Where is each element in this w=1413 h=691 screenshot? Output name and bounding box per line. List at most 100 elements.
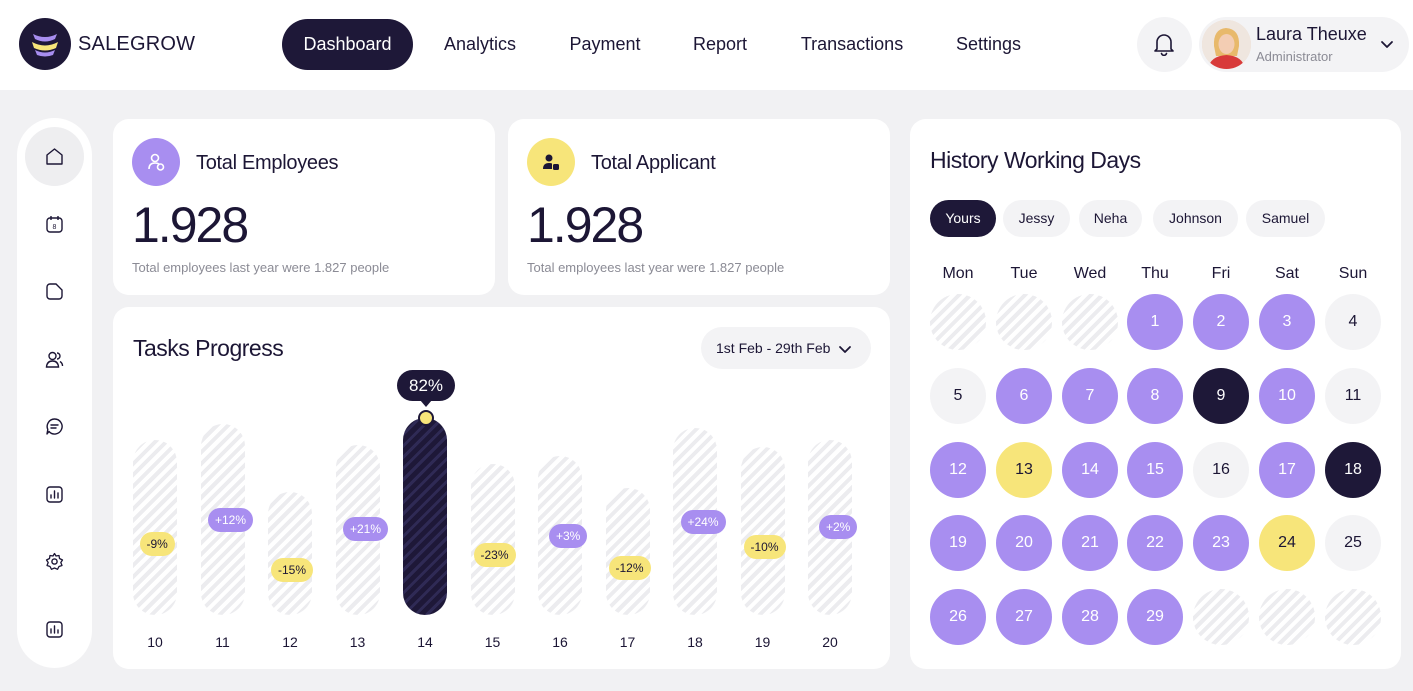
calendar-day-empty: [1193, 589, 1249, 645]
x-label-14: 14: [417, 634, 433, 650]
weekday-mon: Mon: [942, 265, 974, 282]
bell-icon: [1154, 34, 1174, 56]
change-label-10: -9%: [139, 532, 175, 556]
calendar-day-4[interactable]: 4: [1325, 294, 1381, 350]
calendar-day-29[interactable]: 29: [1127, 589, 1183, 645]
weekday-tue: Tue: [1010, 265, 1038, 282]
applicant-icon: [527, 138, 575, 186]
person-chip-johnson[interactable]: Johnson: [1153, 200, 1238, 237]
calendar-day-14[interactable]: 14: [1062, 442, 1118, 498]
calendar-day-12[interactable]: 12: [930, 442, 986, 498]
home-icon: [46, 148, 63, 165]
calendar-day-16[interactable]: 16: [1193, 442, 1249, 498]
calendar-day-23[interactable]: 23: [1193, 515, 1249, 571]
calendar-day-8[interactable]: 8: [1127, 368, 1183, 424]
calendar-day-1[interactable]: 1: [1127, 294, 1183, 350]
top-bar: SALEGROW Dashboard Analytics Payment Rep…: [0, 0, 1413, 90]
calendar-day-19[interactable]: 19: [930, 515, 986, 571]
change-label-20: +2%: [819, 515, 858, 539]
sidebar-item-analytics[interactable]: [25, 465, 84, 524]
nav-analytics[interactable]: Analytics: [430, 19, 530, 70]
nav-settings[interactable]: Settings: [944, 19, 1033, 70]
calendar-day-empty: [1325, 589, 1381, 645]
person-chip-neha[interactable]: Neha: [1079, 200, 1142, 237]
calendar-day-10[interactable]: 10: [1259, 368, 1315, 424]
total-applicant-card: Total Applicant 1.928 Total employees la…: [508, 119, 890, 295]
nav-transactions[interactable]: Transactions: [788, 19, 916, 70]
sidebar-item-settings[interactable]: [25, 532, 84, 591]
chart-icon: [46, 486, 63, 503]
nav-payment[interactable]: Payment: [558, 19, 652, 70]
notification-button[interactable]: [1137, 17, 1192, 72]
sidebar-item-reports[interactable]: [25, 600, 84, 659]
total-employees-card: Total Employees 1.928 Total employees la…: [113, 119, 495, 295]
calendar-day-18[interactable]: 18: [1325, 442, 1381, 498]
x-label-13: 13: [349, 634, 366, 650]
bar-17[interactable]: [605, 488, 650, 615]
calendar-day-21[interactable]: 21: [1062, 515, 1118, 571]
calendar-day-5[interactable]: 5: [930, 368, 986, 424]
sidebar-item-home[interactable]: [25, 127, 84, 186]
person-chip-samuel[interactable]: Samuel: [1246, 200, 1325, 237]
calendar-day-11[interactable]: 11: [1325, 368, 1381, 424]
calendar-day-13[interactable]: 13: [996, 442, 1052, 498]
sidebar-item-calendar[interactable]: 8: [25, 195, 84, 254]
applicant-value: 1.928: [527, 197, 644, 253]
tooltip-arrow: [420, 400, 432, 407]
weekday-wed: Wed: [1073, 265, 1107, 282]
date-range-value: 1st Feb - 29th Feb: [716, 340, 831, 356]
calendar-day-26[interactable]: 26: [930, 589, 986, 645]
calendar-day-empty: [1259, 589, 1315, 645]
bar-19[interactable]: [740, 447, 785, 615]
calendar-day-15[interactable]: 15: [1127, 442, 1183, 498]
calendar-day-7[interactable]: 7: [1062, 368, 1118, 424]
person-chip-yours[interactable]: Yours: [930, 200, 996, 237]
logo-icon[interactable]: [19, 18, 71, 70]
chevron-down-icon: [1381, 41, 1393, 48]
calendar-day-9[interactable]: 9: [1193, 368, 1249, 424]
bar-15[interactable]: [470, 464, 515, 615]
weekday-sun: Sun: [1338, 265, 1368, 282]
calendar-day-27[interactable]: 27: [996, 589, 1052, 645]
avatar: [1202, 20, 1251, 69]
calendar-day-empty: [1062, 294, 1118, 350]
calendar-day-17[interactable]: 17: [1259, 442, 1315, 498]
employees-icon: [132, 138, 180, 186]
bar-12[interactable]: [268, 492, 312, 615]
chevron-down-icon: [839, 346, 851, 353]
highlight-tooltip: 82%: [397, 370, 455, 401]
weekday-sat: Sat: [1274, 265, 1299, 282]
calendar-day-2[interactable]: 2: [1193, 294, 1249, 350]
history-working-days-card: History Working Days Yours Jessy Neha Johns…: [910, 119, 1401, 669]
calendar-day-20[interactable]: 20: [996, 515, 1052, 571]
calendar-day-empty: [996, 294, 1052, 350]
calendar-day-6[interactable]: 6: [996, 368, 1052, 424]
users-icon: [45, 351, 64, 368]
person-chip-jessy[interactable]: Jessy: [1003, 200, 1070, 237]
calendar-day-28[interactable]: 28: [1062, 589, 1118, 645]
nav-dashboard[interactable]: Dashboard: [282, 19, 413, 70]
sidebar-item-chat[interactable]: [25, 397, 84, 456]
sidebar-item-folder[interactable]: [25, 262, 84, 321]
bar-10[interactable]: [133, 440, 177, 615]
nav-report[interactable]: Report: [680, 19, 760, 70]
calendar-day-3[interactable]: 3: [1259, 294, 1315, 350]
sidebar-item-users[interactable]: [25, 330, 84, 389]
calendar-day-22[interactable]: 22: [1127, 515, 1183, 571]
change-label-13: +21%: [343, 517, 389, 541]
tasks-progress-card: Tasks Progress 1st Feb - 29th Feb -9% 10 +…: [113, 307, 890, 669]
bar-14[interactable]: [403, 418, 447, 615]
profile-menu[interactable]: Laura Theuxe Administrator: [1199, 17, 1409, 72]
x-label-11: 11: [215, 634, 230, 650]
calendar-day-25[interactable]: 25: [1325, 515, 1381, 571]
calendar-day-24[interactable]: 24: [1259, 515, 1315, 571]
report-icon: [46, 621, 63, 638]
user-role: Administrator: [1256, 49, 1333, 64]
x-label-10: 10: [147, 634, 163, 650]
date-range-select[interactable]: 1st Feb - 29th Feb: [701, 327, 871, 369]
employees-value: 1.928: [132, 197, 249, 253]
x-label-19: 19: [754, 634, 771, 650]
chat-icon: [46, 418, 63, 435]
x-label-18: 18: [687, 634, 703, 650]
svg-text:8: 8: [53, 224, 57, 231]
